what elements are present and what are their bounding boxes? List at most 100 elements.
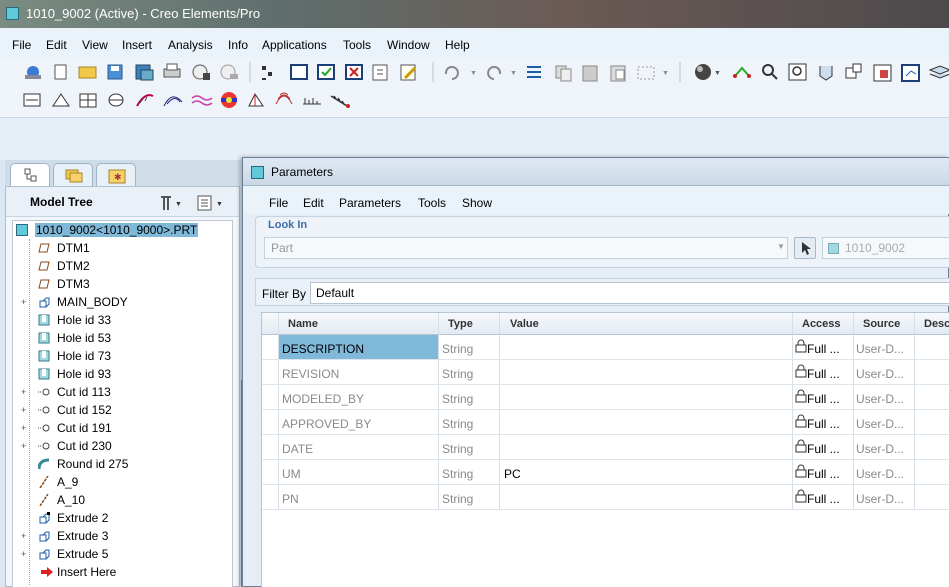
layers-icon[interactable] [928, 65, 949, 79]
expand-icon[interactable]: + [21, 442, 29, 451]
param-name[interactable]: DATE [282, 442, 313, 456]
measure-distance-icon[interactable] [23, 93, 41, 107]
column-header-access[interactable]: Access [802, 318, 841, 330]
table-row[interactable]: APPROVED_BY String Full ... User-D... [262, 410, 949, 435]
tree-item[interactable]: + Extrude 3 [13, 527, 232, 545]
annotation-icon[interactable] [845, 63, 862, 79]
param-type[interactable]: String [442, 367, 473, 381]
section-icon[interactable] [108, 93, 124, 107]
param-name[interactable]: UM [282, 467, 301, 481]
dialog-menu-file[interactable]: File [269, 196, 288, 210]
column-header-type[interactable]: Type [448, 318, 473, 330]
menu-insert[interactable]: Insert [122, 38, 152, 52]
favorites-tab[interactable]: ✱ [96, 163, 136, 186]
settings-icon[interactable]: ▼ [161, 196, 182, 210]
tree-item[interactable]: Hole id 73 [13, 347, 232, 365]
zoom-fit-icon[interactable] [788, 63, 807, 81]
table-row[interactable]: MODELED_BY String Full ... User-D... [262, 385, 949, 410]
save-copy-icon[interactable] [135, 64, 154, 81]
param-access[interactable]: Full ... [807, 417, 840, 431]
tree-item[interactable]: Hole id 53 [13, 329, 232, 347]
param-name[interactable]: DESCRIPTION [282, 342, 364, 356]
tree-item[interactable]: DTM1 [13, 239, 232, 257]
tree-item[interactable]: A_10 [13, 491, 232, 509]
dialog-menu-edit[interactable]: Edit [303, 196, 324, 210]
dialog-title-bar[interactable]: Parameters [243, 158, 949, 186]
tree-item[interactable]: + Cut id 113 [13, 383, 232, 401]
paste-special-icon[interactable] [610, 65, 626, 82]
model-display-icon[interactable] [819, 66, 833, 81]
shade-icon[interactable]: ▼ [695, 64, 721, 80]
regen-manager-icon[interactable] [400, 64, 417, 81]
tree-item[interactable]: Insert Here [13, 563, 232, 581]
select-model-button[interactable] [794, 237, 816, 259]
param-type[interactable]: String [442, 442, 473, 456]
email-icon[interactable] [192, 64, 210, 80]
table-row[interactable]: UM String PC Full ... User-D... [262, 460, 949, 485]
filter-select[interactable]: Default [310, 282, 949, 304]
views-icon[interactable] [873, 64, 892, 82]
menu-view[interactable]: View [82, 38, 108, 52]
expand-icon[interactable]: + [21, 424, 29, 433]
select-box-icon[interactable]: ▼ [637, 66, 669, 80]
new-icon[interactable] [54, 64, 67, 80]
expand-icon[interactable]: + [21, 406, 29, 415]
table-row[interactable]: DESCRIPTION String Full ... User-D... [262, 335, 949, 360]
dialog-menu-show[interactable]: Show [462, 196, 492, 210]
dihedral-icon[interactable] [248, 93, 264, 107]
model-name-field[interactable]: 1010_9002 [822, 237, 949, 259]
tree-item[interactable]: Hole id 93 [13, 365, 232, 383]
print-icon[interactable] [163, 63, 181, 78]
param-name[interactable]: PN [282, 492, 299, 506]
tree-item[interactable]: + Cut id 152 [13, 401, 232, 419]
param-access[interactable]: Full ... [807, 367, 840, 381]
window-icon[interactable] [290, 64, 308, 80]
tree-item[interactable]: Round id 275 [13, 455, 232, 473]
save-icon[interactable] [107, 64, 123, 80]
folder-browser-tab[interactable] [53, 163, 93, 186]
measure-angle-icon[interactable] [52, 93, 70, 107]
look-in-select[interactable]: Part ▼ [264, 237, 788, 259]
new-session-icon[interactable] [25, 66, 41, 79]
menu-tools[interactable]: Tools [343, 38, 371, 52]
menu-info[interactable]: Info [228, 38, 248, 52]
email-link-icon[interactable] [220, 64, 238, 80]
shade-analysis-icon[interactable] [163, 96, 183, 107]
param-access[interactable]: Full ... [807, 467, 840, 481]
curvature-icon[interactable] [136, 94, 154, 107]
param-access[interactable]: Full ... [807, 392, 840, 406]
undo-icon[interactable]: ▼ [444, 66, 477, 80]
saved-view-icon[interactable] [901, 64, 920, 82]
zoom-in-icon[interactable] [762, 64, 778, 80]
param-type[interactable]: String [442, 417, 473, 431]
close-window-icon[interactable] [345, 64, 363, 80]
param-name[interactable]: REVISION [282, 367, 339, 381]
copy-icon[interactable] [555, 65, 572, 82]
expand-icon[interactable]: + [21, 532, 29, 541]
param-value[interactable]: PC [504, 467, 521, 481]
offset-analysis-icon[interactable] [191, 95, 213, 106]
ruler-icon[interactable] [330, 95, 350, 108]
model-tree-tab[interactable] [10, 163, 50, 186]
menu-edit[interactable]: Edit [46, 38, 67, 52]
tree-item[interactable]: A_9 [13, 473, 232, 491]
menu-window[interactable]: Window [387, 38, 430, 52]
tree-item[interactable]: 1010_9002<1010_9000>.PRT [13, 221, 232, 239]
menu-help[interactable]: Help [445, 38, 470, 52]
tree-item[interactable]: + Cut id 191 [13, 419, 232, 437]
param-name[interactable]: MODELED_BY [282, 392, 364, 406]
expand-icon[interactable]: + [21, 388, 29, 397]
column-header-source[interactable]: Source [863, 318, 900, 330]
tree-item[interactable]: Hole id 33 [13, 311, 232, 329]
activate-icon[interactable] [317, 64, 335, 80]
reorder-icon[interactable] [527, 66, 541, 78]
paste-icon[interactable] [582, 65, 598, 82]
param-access[interactable]: Full ... [807, 442, 840, 456]
tree-item[interactable]: + Extrude 5 [13, 545, 232, 563]
dialog-menu-tools[interactable]: Tools [418, 196, 446, 210]
orient-icon[interactable] [733, 66, 751, 78]
mass-properties-icon[interactable] [79, 93, 97, 108]
draft-analysis-icon[interactable] [221, 92, 237, 108]
open-icon[interactable] [78, 66, 97, 79]
expand-icon[interactable]: + [21, 298, 29, 307]
